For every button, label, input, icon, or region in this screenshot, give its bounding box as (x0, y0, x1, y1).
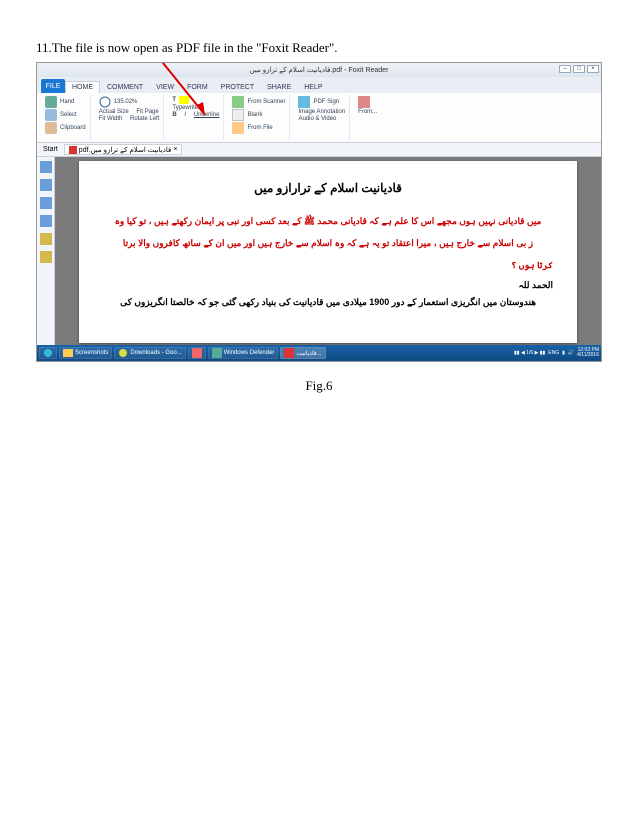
fromfile-icon[interactable] (232, 122, 244, 134)
foxit-reader-screenshot: قادیانیت اسلام کے ترازو میں.pdf - Foxit … (36, 62, 602, 362)
fromfile-label: From File (247, 125, 272, 131)
tab-form[interactable]: FORM (181, 82, 214, 93)
taskbar-explorer[interactable]: Screenshots (59, 347, 112, 359)
layers-icon[interactable] (40, 197, 52, 209)
blank-label: Blank (247, 112, 262, 118)
document-viewport[interactable]: قادیانیت اسلام کے ترارازو میں میں قادیان… (55, 157, 601, 347)
close-button[interactable]: × (587, 65, 599, 73)
bold-button[interactable]: B (172, 112, 176, 118)
tab-close-icon[interactable]: × (173, 146, 177, 153)
page-indicator: ▮▮ ◀ 1/6 ▶ ▮▮ (514, 350, 545, 356)
typewriter-button[interactable]: Typewriter (172, 105, 200, 111)
taskbar-explorer-label: Screenshots (75, 350, 108, 356)
pdf-icon (69, 146, 77, 154)
taskbar-chrome-label: Downloads - Goo... (130, 350, 181, 356)
pdf-page: قادیانیت اسلام کے ترارازو میں میں قادیان… (79, 161, 577, 343)
ie-icon (43, 348, 53, 358)
tray-volume-icon[interactable]: 🔊 (568, 350, 574, 356)
fit-width-button[interactable]: Fit Width (99, 116, 123, 122)
taskbar-chrome[interactable]: Downloads - Goo... (114, 347, 185, 359)
actual-size-button[interactable]: Actual Size (99, 109, 129, 115)
scanner-label: From Scanner (247, 99, 285, 105)
taskbar-wamp[interactable] (188, 347, 206, 359)
ribbon-group-tools: Hand Select Clipboard (41, 95, 91, 140)
tray-network-icon[interactable]: ▮ (562, 350, 565, 356)
folder-icon (63, 348, 73, 358)
hand-label: Hand (60, 99, 74, 105)
ribbon-group-annotate: T Typewriter B I Underline (168, 95, 224, 140)
pdf-footer: ھندوستان میں انگریزی استعمار کے دور 1900… (103, 297, 553, 308)
document-tab[interactable]: قادیانیت اسلام کے ترازو میں.pdf × (64, 144, 183, 155)
pdf-body-2: ز بی اسلام سے خارج ہیں ، میرا اعتقاد تو … (103, 235, 553, 251)
sign-label: PDF Sign (313, 99, 339, 105)
pdf-body-1: میں قادیانی نہیں ہوں مجھے اس کا علم ہے ک… (103, 213, 553, 229)
highlight-icon[interactable] (179, 96, 189, 104)
tab-home[interactable]: HOME (65, 81, 100, 93)
pdf-title: قادیانیت اسلام کے ترارازو میں (103, 181, 553, 195)
document-tab-label: قادیانیت اسلام کے ترازو میں.pdf (79, 146, 172, 154)
ribbon-group-insert: PDF Sign Image Annotation Audio & Video (294, 95, 350, 140)
shield-icon (212, 348, 222, 358)
clipboard-label: Clipboard (60, 125, 86, 131)
side-panel (37, 157, 55, 347)
ribbon-group-convert: From... (354, 95, 381, 140)
maximize-button[interactable]: □ (573, 65, 585, 73)
foxit-icon (284, 348, 294, 358)
pages-icon[interactable] (40, 179, 52, 191)
from-label[interactable]: From... (358, 109, 377, 115)
zoom-icon[interactable] (99, 96, 111, 108)
instruction-text: 11.The file is now open as PDF file in t… (36, 40, 602, 56)
taskbar-ie[interactable] (39, 347, 57, 359)
file-menu-button[interactable]: FILE (41, 79, 65, 93)
clipboard-icon[interactable] (45, 122, 57, 134)
taskbar-foxit-label: قادیانیت... (296, 350, 321, 357)
blank-icon[interactable] (232, 109, 244, 121)
rotate-button[interactable]: Rotate Left (130, 116, 159, 122)
taskbar-foxit[interactable]: قادیانیت... (280, 347, 325, 359)
taskbar-defender[interactable]: Windows Defender (208, 347, 279, 359)
zoom-value[interactable]: 135.02% (114, 99, 138, 105)
tab-share[interactable]: SHARE (261, 82, 297, 93)
start-tab[interactable]: Start (43, 146, 58, 153)
tab-comment[interactable]: COMMENT (101, 82, 149, 93)
taskbar-defender-label: Windows Defender (224, 350, 275, 356)
audiovideo-label[interactable]: Audio & Video (298, 116, 336, 122)
security-icon[interactable] (40, 251, 52, 263)
ribbon-tabs: HOME COMMENT VIEW FORM PROTECT SHARE HEL… (37, 77, 601, 93)
windows-taskbar: Screenshots Downloads - Goo... Windows D… (37, 345, 601, 361)
scanner-icon[interactable] (232, 96, 244, 108)
pdf-body-3: کرتا ہوں ؟ (103, 257, 553, 273)
attachments-icon[interactable] (40, 215, 52, 227)
signatures-icon[interactable] (40, 233, 52, 245)
image-annot-label[interactable]: Image Annotation (298, 109, 345, 115)
tab-view[interactable]: VIEW (150, 82, 180, 93)
system-tray: ▮▮ ◀ 1/6 ▶ ▮▮ ENG ▮ 🔊 12:03 PM 4/11/2016 (514, 348, 599, 358)
fit-page-button[interactable]: Fit Page (136, 109, 158, 115)
wamp-icon (192, 348, 202, 358)
convert-icon[interactable] (358, 96, 370, 108)
select-label: Select (60, 112, 77, 118)
window-title: قادیانیت اسلام کے ترازو میں.pdf - Foxit … (250, 66, 389, 74)
minimize-button[interactable]: – (559, 65, 571, 73)
tray-date: 4/11/2016 (577, 353, 599, 358)
sign-icon[interactable] (298, 96, 310, 108)
ribbon-group-zoom: 135.02% Actual Size Fit Page Fit Width R… (95, 95, 165, 140)
bookmarks-icon[interactable] (40, 161, 52, 173)
hand-icon[interactable] (45, 96, 57, 108)
tab-protect[interactable]: PROTECT (215, 82, 260, 93)
pdf-hamd: الحمد للہ (103, 280, 553, 291)
document-tabstrip: Start قادیانیت اسلام کے ترازو میں.pdf × (37, 143, 601, 157)
tray-clock[interactable]: 12:03 PM 4/11/2016 (577, 348, 599, 358)
ribbon-toolbar: Hand Select Clipboard 135.02% Actual Siz… (37, 93, 601, 143)
chrome-icon (118, 348, 128, 358)
underline-button[interactable]: Underline (194, 112, 220, 118)
select-icon[interactable] (45, 109, 57, 121)
tray-lang[interactable]: ENG (548, 350, 559, 356)
tab-help[interactable]: HELP (298, 82, 328, 93)
figure-caption: Fig.6 (36, 378, 602, 394)
ribbon-group-create: From Scanner Blank From File (228, 95, 290, 140)
italic-button[interactable]: I (184, 112, 186, 118)
window-titlebar: قادیانیت اسلام کے ترازو میں.pdf - Foxit … (37, 63, 601, 77)
